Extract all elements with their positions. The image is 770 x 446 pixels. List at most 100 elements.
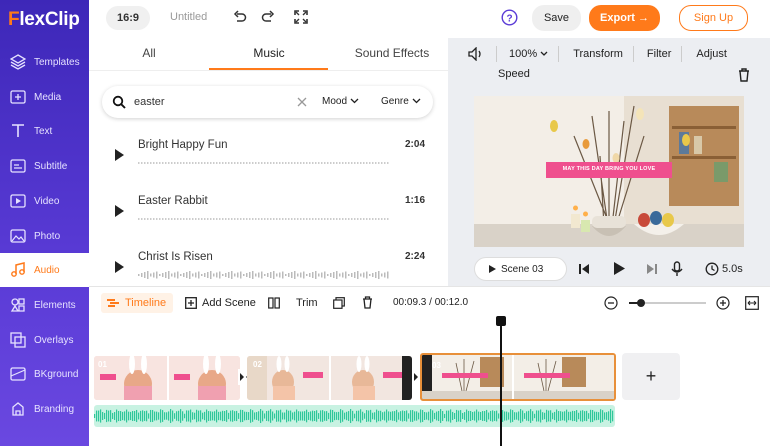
clip-thumbnail <box>94 356 240 400</box>
aspect-ratio-button[interactable]: 16:9 <box>106 6 150 30</box>
sidebar-item-overlays[interactable]: Overlays <box>0 323 89 357</box>
previous-icon[interactable] <box>578 263 590 275</box>
scene-duration[interactable]: 5.0s <box>722 263 743 275</box>
sidebar-item-label: Overlays <box>34 334 74 346</box>
playhead-line[interactable] <box>500 318 502 446</box>
fullscreen-icon[interactable] <box>294 10 308 24</box>
video-preview-canvas[interactable]: MAY THIS DAY BRING YOU LOVE <box>474 96 744 247</box>
audio-track[interactable] <box>94 405 615 427</box>
timecode: 00:09.3 / 00:12.0 <box>393 297 469 308</box>
transform-button[interactable]: Transform <box>573 48 623 60</box>
playhead-handle[interactable] <box>496 316 506 326</box>
sidebar-item-video[interactable]: Video <box>0 184 89 218</box>
undo-icon[interactable] <box>233 10 247 24</box>
sign-up-button[interactable]: Sign Up <box>679 5 748 31</box>
adjust-button[interactable]: Adjust <box>696 48 727 60</box>
clip-number: 03 <box>432 361 441 370</box>
svg-text:?: ? <box>506 13 512 24</box>
fit-timeline-icon[interactable] <box>745 296 759 310</box>
tabs-divider <box>89 70 448 71</box>
microphone-icon[interactable] <box>671 261 683 277</box>
music-track-item[interactable]: Easter Rabbit 1:16 <box>107 189 427 237</box>
save-button[interactable]: Save <box>532 5 581 31</box>
video-banner-text: MAY THIS DAY BRING YOU LOVE <box>562 166 656 172</box>
duplicate-icon[interactable] <box>333 297 345 309</box>
search-bar: Mood Genre <box>102 86 433 118</box>
sidebar-item-bkground[interactable]: BKground <box>0 357 89 391</box>
video-icon <box>10 193 26 209</box>
sidebar-item-label: Text <box>34 125 53 137</box>
photo-icon <box>10 228 26 244</box>
timeline-label: Timeline <box>125 297 167 309</box>
tab-sound-effects[interactable]: Sound Effects <box>347 46 437 60</box>
play-track-icon[interactable] <box>115 149 124 161</box>
tab-music[interactable]: Music <box>239 46 299 60</box>
play-track-icon[interactable] <box>115 261 124 273</box>
sidebar-item-label: Subtitle <box>34 160 68 172</box>
text-icon <box>10 123 26 139</box>
sidebar-item-templates[interactable]: Templates <box>0 45 89 79</box>
scene-clip-2[interactable]: 02 <box>247 356 412 400</box>
sidebar-item-elements[interactable]: Elements <box>0 288 89 322</box>
project-title[interactable]: Untitled <box>170 11 207 23</box>
chevron-down-icon <box>540 51 548 56</box>
sidebar-item-photo[interactable]: Photo <box>0 219 89 253</box>
play-track-icon[interactable] <box>115 205 124 217</box>
delete-icon[interactable] <box>362 296 373 309</box>
redo-icon[interactable] <box>261 10 275 24</box>
clip-thumbnail <box>247 356 412 400</box>
preview-toolbar: 100% Transform Filter Adjust <box>458 42 770 66</box>
overlays-icon <box>10 332 26 348</box>
flexclip-logo[interactable]: FlexClip <box>8 9 80 31</box>
sidebar-item-label: Audio <box>34 264 60 276</box>
track-duration: 2:04 <box>404 139 425 150</box>
filter-button[interactable]: Filter <box>647 48 671 60</box>
help-icon[interactable]: ? <box>501 9 518 26</box>
next-icon[interactable] <box>646 263 658 275</box>
search-input[interactable] <box>134 93 284 111</box>
sidebar-item-media[interactable]: Media <box>0 80 89 114</box>
tab-all[interactable]: All <box>134 46 164 60</box>
trim-button[interactable]: Trim <box>296 297 318 309</box>
trash-icon[interactable] <box>738 68 750 82</box>
timeline-icon <box>107 299 119 307</box>
zoom-value: 100% <box>509 48 538 60</box>
add-scene-icon <box>185 297 197 309</box>
zoom-slider-handle[interactable] <box>637 299 645 307</box>
track-name: Bright Happy Fun <box>138 139 228 151</box>
speed-button[interactable]: Speed <box>498 68 530 80</box>
sidebar-item-text[interactable]: Text <box>0 114 89 148</box>
scene-selector[interactable]: Scene 03 <box>474 257 567 281</box>
timeline-toolbar: Timeline Add Scene Trim 00:09.3 / 00:12.… <box>89 286 770 318</box>
music-track-item[interactable]: Bright Happy Fun 2:04 <box>107 133 427 181</box>
track-duration: 2:24 <box>404 251 425 262</box>
add-scene-button[interactable]: Add Scene <box>202 297 256 309</box>
split-icon[interactable] <box>268 297 280 309</box>
sidebar-item-audio[interactable]: Audio <box>0 253 89 287</box>
volume-icon[interactable] <box>468 47 484 61</box>
zoom-dropdown[interactable]: 100% <box>509 48 548 60</box>
clear-search-icon[interactable] <box>297 97 307 107</box>
track-waveform <box>138 162 389 164</box>
timeline-toggle[interactable]: Timeline <box>101 293 173 313</box>
mood-dropdown[interactable]: Mood <box>322 96 359 107</box>
scene-clip-1[interactable]: 01 <box>94 356 240 400</box>
clip-thumbnail <box>422 355 614 399</box>
play-icon[interactable] <box>612 261 626 276</box>
clock-icon <box>705 262 719 276</box>
export-button[interactable]: Export → <box>589 5 660 31</box>
media-plus-icon <box>10 89 26 105</box>
sidebar-item-subtitle[interactable]: Subtitle <box>0 149 89 183</box>
zoom-in-icon[interactable] <box>716 296 730 310</box>
sidebar-item-label: Media <box>34 91 62 103</box>
scene-clip-3-selected[interactable]: 03 <box>420 353 616 401</box>
sidebar-item-label: Branding <box>34 403 75 415</box>
add-clip-button[interactable]: + <box>622 353 680 400</box>
sidebar-item-label: Elements <box>34 299 76 311</box>
genre-dropdown[interactable]: Genre <box>381 96 421 107</box>
zoom-out-icon[interactable] <box>604 296 618 310</box>
clip-number: 01 <box>98 360 107 369</box>
track-waveform <box>138 271 389 279</box>
genre-label: Genre <box>381 96 409 107</box>
sidebar-item-branding[interactable]: Branding <box>0 392 89 426</box>
